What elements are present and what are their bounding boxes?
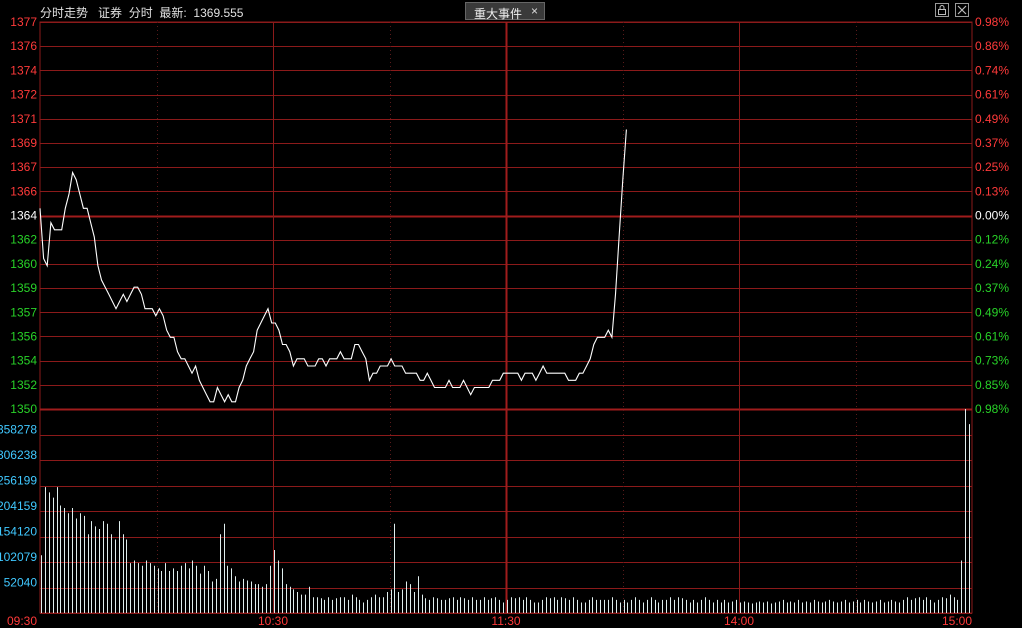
percent-tick-label: 0.00% (975, 209, 1009, 223)
percent-tick-label: 0.86% (975, 39, 1009, 53)
percent-tick-label: 0.85% (975, 378, 1009, 392)
price-tick-label: 1364 (10, 209, 37, 223)
price-tick-label: 1360 (10, 257, 37, 271)
percent-tick-label: 0.61% (975, 88, 1009, 102)
price-tick-label: 1367 (10, 160, 37, 174)
price-line (39, 129, 627, 404)
price-tick-label: 1354 (10, 354, 37, 368)
volume-tick-label: 358278 (0, 423, 37, 437)
volume-axis: 358278 306238 256199 204159 154120 102079 5204… (0, 423, 37, 590)
volume-tick-label: 52040 (4, 576, 38, 590)
price-tick-label: 1371 (10, 112, 37, 126)
price-tick-label: 1369 (10, 136, 37, 150)
percent-tick-label: 0.25% (975, 160, 1009, 174)
price-axis-left: 1377 1376 1374 1372 1371 1369 1367 1366 1364 1362… (10, 15, 37, 416)
percent-tick-label: 0.37% (975, 281, 1009, 295)
percent-tick-label: 0.73% (975, 354, 1009, 368)
percent-tick-label: 0.61% (975, 329, 1009, 343)
time-tick-label: 11:30 (491, 614, 520, 628)
price-tick-label: 1362 (10, 233, 37, 247)
time-tick-label: 14:00 (724, 614, 754, 628)
chart-grid (39, 21, 973, 614)
percent-tick-label: 0.49% (975, 305, 1009, 319)
percent-tick-label: 0.13% (975, 184, 1009, 198)
volume-tick-label: 102079 (0, 550, 37, 564)
price-tick-label: 1377 (10, 15, 37, 29)
price-tick-label: 1366 (10, 184, 37, 198)
percent-tick-label: 0.98% (975, 15, 1009, 29)
percent-tick-label: 0.49% (975, 112, 1009, 126)
price-tick-label: 1374 (10, 63, 37, 77)
price-tick-label: 1356 (10, 329, 37, 343)
price-tick-label: 1376 (10, 39, 37, 53)
percent-tick-label: 0.24% (975, 257, 1009, 271)
percent-tick-label: 0.37% (975, 136, 1009, 150)
volume-tick-label: 256199 (0, 474, 37, 488)
time-tick-label: 15:00 (942, 614, 972, 628)
percent-axis-right: 0.98% 0.86% 0.74% 0.61% 0.49% 0.37% 0.25% 0.13%… (975, 15, 1009, 416)
percent-tick-label: 0.12% (975, 233, 1009, 247)
volume-tick-label: 306238 (0, 448, 37, 462)
intraday-chart[interactable]: 1377 1376 1374 1372 1371 1369 1367 1366 1364 1362… (0, 0, 1022, 628)
price-line-group (39, 129, 627, 404)
volume-tick-label: 204159 (0, 499, 37, 513)
price-tick-label: 1359 (10, 281, 37, 295)
price-tick-label: 1372 (10, 88, 37, 102)
time-tick-label: 09:30 (7, 614, 37, 628)
percent-tick-label: 0.98% (975, 402, 1009, 416)
time-axis: 09:30 10:30 11:30 14:00 15:00 (7, 614, 972, 628)
price-tick-label: 1352 (10, 378, 37, 392)
price-tick-label: 1357 (10, 305, 37, 319)
percent-tick-label: 0.74% (975, 63, 1009, 77)
volume-tick-label: 154120 (0, 525, 37, 539)
time-tick-label: 10:30 (258, 614, 288, 628)
price-tick-label: 1350 (10, 402, 37, 416)
